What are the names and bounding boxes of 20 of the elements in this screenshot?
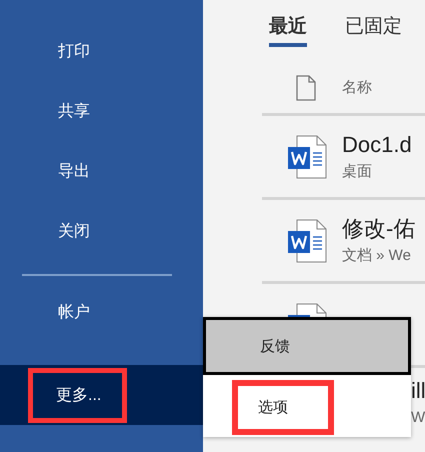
file-location: 文档 » We [342,246,412,266]
menu-item[interactable]: 反馈 [260,336,290,356]
menu-item[interactable]: 选项 [232,380,334,434]
tab[interactable]: 最近 [269,14,307,47]
sidebar-item[interactable]: 帐户 [54,302,94,324]
file-name[interactable]: 修改-佑 [342,214,416,242]
sidebar-item[interactable]: 导出 [54,161,94,183]
sidebar-item[interactable]: 打印 [54,41,94,63]
sidebar-item[interactable]: 共享 [54,101,94,123]
file-name[interactable]: Doc1.d [342,130,412,158]
sidebar-item[interactable]: 关闭 [54,221,94,243]
file-location: 桌面 [342,162,373,182]
word-document-icon [286,218,326,262]
file-name[interactable]: ill [411,377,425,405]
word-document-icon [286,134,326,178]
tab[interactable]: 已固定 [345,14,402,47]
file-icon [296,74,316,100]
sidebar-item[interactable]: 更多... [28,368,128,422]
column-header[interactable]: 名称 [342,78,372,97]
file-location: W [411,408,425,428]
